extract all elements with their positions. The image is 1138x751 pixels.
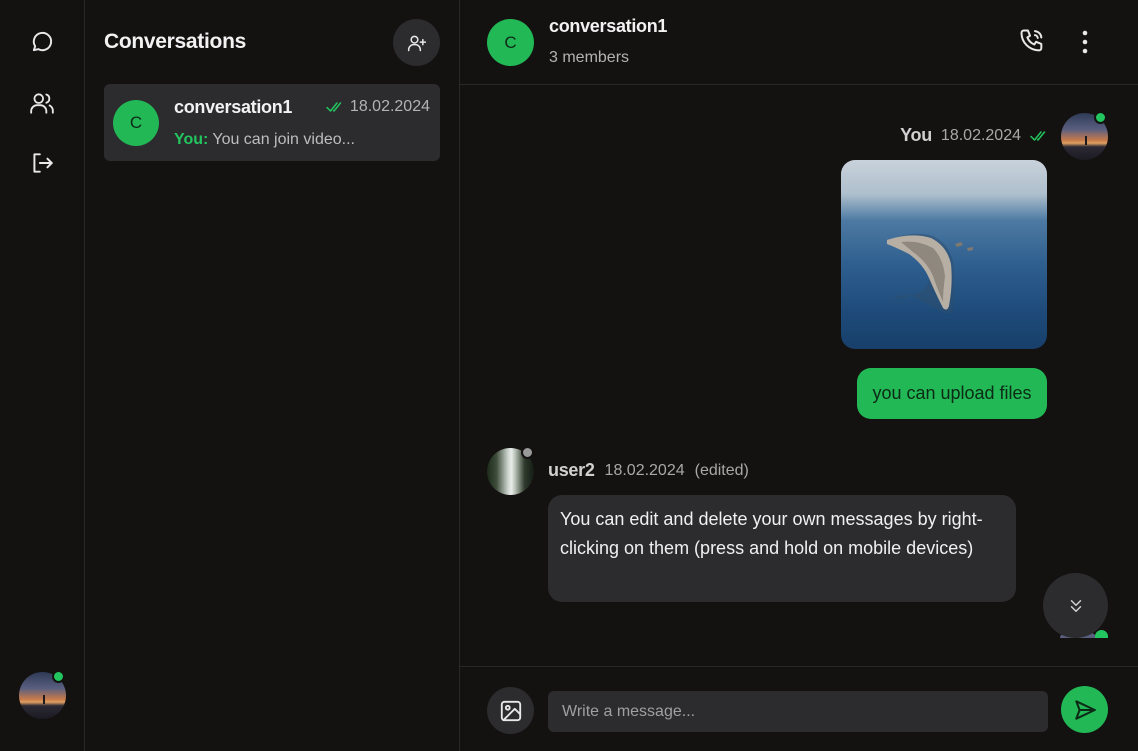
message-input[interactable] bbox=[548, 691, 1048, 732]
chat-area: C conversation1 3 members You 18.02.2024 bbox=[460, 0, 1138, 751]
users-icon[interactable] bbox=[22, 83, 62, 123]
conversation-name: conversation1 bbox=[174, 97, 293, 117]
conversations-panel: Conversations C conversation1 18.02.2024… bbox=[85, 0, 460, 751]
last-sender: You: bbox=[174, 131, 209, 148]
send-button[interactable] bbox=[1061, 686, 1108, 733]
message-author: You bbox=[900, 125, 932, 145]
chat-avatar: C bbox=[487, 19, 534, 66]
edited-label: (edited) bbox=[694, 461, 749, 479]
image-icon bbox=[500, 700, 521, 721]
phone-call-icon[interactable] bbox=[1018, 27, 1048, 57]
message-author: user2 bbox=[548, 460, 595, 480]
offline-status-dot bbox=[521, 446, 534, 459]
user2-message-bubble[interactable]: You can edit and delete your own message… bbox=[548, 495, 1016, 602]
image-attachment[interactable] bbox=[841, 160, 1047, 349]
online-status-dot bbox=[52, 670, 65, 683]
conversation-date: 18.02.2024 bbox=[326, 98, 430, 116]
double-check-icon bbox=[1030, 130, 1046, 141]
online-status-dot bbox=[1094, 111, 1107, 124]
island-image bbox=[887, 233, 973, 314]
chat-title: conversation1 bbox=[549, 16, 668, 36]
attach-image-button[interactable] bbox=[487, 687, 534, 734]
more-options-icon[interactable] bbox=[1073, 27, 1097, 57]
chevrons-down-icon bbox=[1070, 599, 1081, 612]
panel-title: Conversations bbox=[104, 30, 246, 53]
message-composer bbox=[460, 666, 1138, 751]
double-check-icon bbox=[326, 102, 342, 112]
last-message-text: You can join video... bbox=[212, 131, 355, 148]
conversation-avatar: C bbox=[113, 100, 159, 146]
conversation-date-text: 18.02.2024 bbox=[349, 98, 430, 115]
own-message-bubble[interactable]: you can upload files bbox=[857, 368, 1047, 419]
user-plus-icon bbox=[407, 35, 426, 51]
send-icon bbox=[1074, 699, 1096, 720]
online-status-dot bbox=[1095, 630, 1108, 638]
conversation-last-message: You: You can join video... bbox=[174, 131, 355, 149]
logout-icon[interactable] bbox=[22, 143, 62, 183]
scroll-to-bottom-button[interactable] bbox=[1043, 573, 1108, 638]
own-message-meta: You 18.02.2024 bbox=[900, 125, 1048, 146]
member-count: 3 members bbox=[549, 49, 630, 66]
nav-rail bbox=[0, 0, 85, 751]
add-conversation-button[interactable] bbox=[393, 19, 440, 66]
chat-header: C conversation1 3 members bbox=[460, 0, 1138, 85]
message-date: 18.02.2024 bbox=[940, 126, 1021, 144]
user2-message-meta: user2 18.02.2024 (edited) bbox=[548, 460, 749, 481]
chat-bubble-icon[interactable] bbox=[22, 22, 62, 62]
message-date: 18.02.2024 bbox=[604, 461, 685, 479]
conversation-list-item[interactable]: C conversation1 18.02.2024 You: You can j… bbox=[104, 84, 440, 161]
